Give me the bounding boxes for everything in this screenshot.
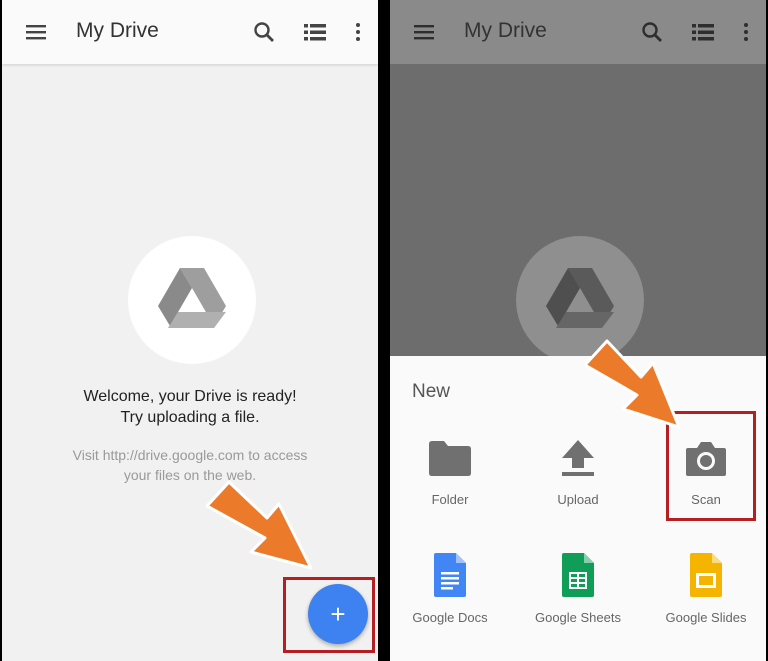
new-folder-option[interactable]: Folder	[390, 434, 510, 507]
google-slides-icon	[690, 553, 722, 597]
google-sheets-option[interactable]: Google Sheets	[518, 552, 638, 625]
google-docs-option[interactable]: Google Docs	[390, 552, 510, 625]
welcome-line-1: Welcome, your Drive is ready!	[83, 388, 297, 405]
pointer-arrow-icon	[205, 480, 313, 570]
option-label: Folder	[431, 492, 469, 507]
sheet-title: New	[412, 381, 451, 402]
right-screen: My Drive New Folder Upload Scan Google D…	[390, 0, 766, 661]
welcome-line-2: Try uploading a file.	[120, 409, 260, 426]
upload-option[interactable]: Upload	[518, 434, 638, 507]
page-title: My Drive	[464, 19, 547, 42]
hint-line-1: Visit http://drive.google.com to access	[72, 447, 308, 463]
more-vert-icon[interactable]	[740, 20, 752, 44]
google-drive-icon	[128, 236, 256, 364]
pointer-arrow-icon	[583, 339, 681, 429]
page-title: My Drive	[76, 19, 159, 42]
option-label: Google Slides	[665, 610, 747, 625]
search-icon[interactable]	[252, 20, 276, 44]
google-docs-icon	[434, 553, 466, 597]
app-bar: My Drive	[390, 0, 766, 64]
hint-line-2: your files on the web.	[123, 467, 257, 483]
more-vert-icon[interactable]	[352, 20, 364, 44]
upload-icon	[562, 440, 594, 476]
list-view-icon[interactable]	[302, 20, 328, 44]
left-screen: My Drive Welcome, your Drive is ready! T…	[2, 0, 378, 661]
app-bar: My Drive	[2, 0, 378, 64]
folder-icon	[429, 441, 471, 476]
fab-highlight-box	[283, 577, 375, 653]
list-view-icon[interactable]	[690, 20, 716, 44]
option-label: Upload	[557, 492, 599, 507]
google-slides-option[interactable]: Google Slides	[646, 552, 766, 625]
option-label: Google Sheets	[534, 610, 621, 625]
google-sheets-icon	[562, 553, 594, 597]
hamburger-menu-icon[interactable]	[412, 20, 436, 44]
hamburger-menu-icon[interactable]	[24, 20, 48, 44]
search-icon[interactable]	[640, 20, 664, 44]
option-label: Google Docs	[412, 610, 488, 625]
